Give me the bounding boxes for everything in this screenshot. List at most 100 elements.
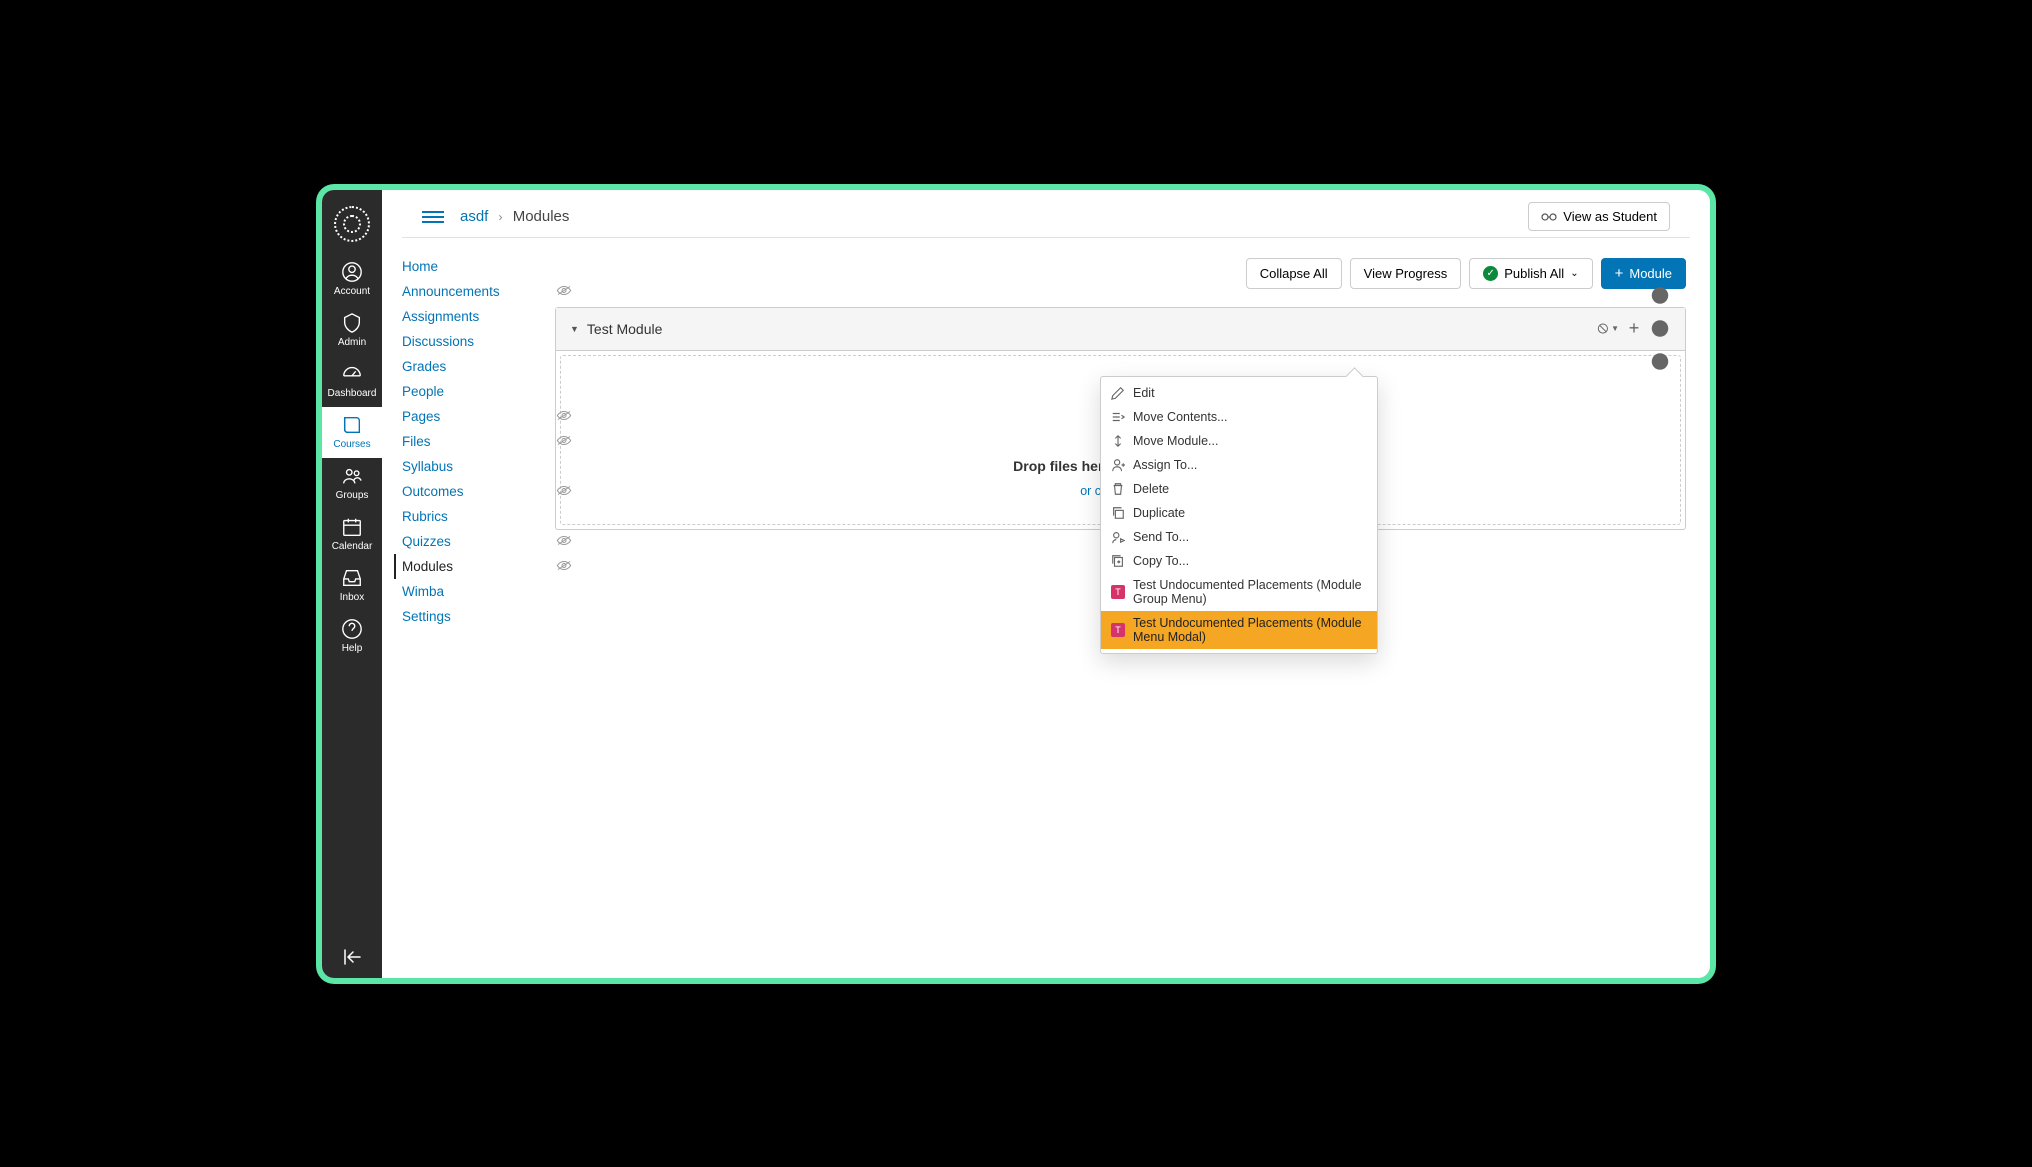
course-nav-link[interactable]: Quizzes <box>402 534 451 549</box>
context-menu-label: Edit <box>1133 386 1155 400</box>
context-menu-item[interactable]: T Test Undocumented Placements (Module Gr… <box>1101 573 1377 611</box>
context-menu-item[interactable]: Delete <box>1101 477 1377 501</box>
course-nav-item: People <box>402 379 537 404</box>
global-nav-help[interactable]: Help <box>322 611 382 662</box>
context-menu-label: Test Undocumented Placements (Module Gro… <box>1133 578 1367 606</box>
inbox-icon <box>340 566 364 590</box>
context-menu-label: Duplicate <box>1133 506 1185 520</box>
context-menu-label: Assign To... <box>1133 458 1197 472</box>
course-nav-item: Pages <box>402 404 537 429</box>
course-nav-item: Syllabus <box>402 454 537 479</box>
course-nav-item: Assignments <box>402 304 537 329</box>
global-nav-dashboard[interactable]: Dashboard <box>322 356 382 407</box>
unpublished-icon[interactable]: ▼ <box>1597 318 1619 340</box>
glasses-icon <box>1541 210 1557 222</box>
global-nav-groups[interactable]: Groups <box>322 458 382 509</box>
module-title: Test Module <box>587 321 1593 337</box>
global-nav-label: Groups <box>322 490 382 501</box>
context-menu-item[interactable]: Assign To... <box>1101 453 1377 477</box>
global-nav-label: Inbox <box>322 592 382 603</box>
view-as-student-button[interactable]: View as Student <box>1528 202 1670 231</box>
course-nav-link[interactable]: Files <box>402 434 431 449</box>
topbar: asdf › Modules View as Student <box>402 190 1690 238</box>
course-nav-item: Outcomes <box>402 479 537 504</box>
help-icon <box>340 617 364 641</box>
canvas-logo-icon[interactable] <box>334 206 370 242</box>
module-context-menu: Edit Move Contents... Move Module... Assign… <box>1100 376 1378 654</box>
global-nav-admin[interactable]: Admin <box>322 305 382 356</box>
global-nav-courses[interactable]: Courses <box>322 407 382 458</box>
course-nav-item: Announcements <box>402 279 537 304</box>
context-menu-item[interactable]: Move Module... <box>1101 429 1377 453</box>
collapse-nav-button[interactable] <box>322 939 382 978</box>
context-menu-item[interactable]: TTest Undocumented Placements (Module Me… <box>1101 611 1377 649</box>
content-area: asdf › Modules View as Student Home Annou… <box>382 190 1710 978</box>
course-nav-link[interactable]: Rubrics <box>402 509 448 524</box>
course-nav-item: Rubrics <box>402 504 537 529</box>
course-nav-link[interactable]: Modules <box>402 559 453 574</box>
module-actions: Collapse All View Progress ✓ Publish All… <box>555 258 1686 289</box>
course-nav-link[interactable]: Assignments <box>402 309 479 324</box>
pencil-icon <box>1111 386 1125 400</box>
context-menu-label: Move Contents... <box>1133 410 1228 424</box>
plus-icon: + <box>1615 266 1624 281</box>
course-nav-link[interactable]: Pages <box>402 409 440 424</box>
global-nav-calendar[interactable]: Calendar <box>322 509 382 560</box>
course-nav-link[interactable]: Home <box>402 259 438 274</box>
course-nav: Home Announcements Assignments Discussions G… <box>382 238 537 978</box>
move-icon <box>1111 434 1125 448</box>
course-nav-link[interactable]: Wimba <box>402 584 444 599</box>
course-nav-link[interactable]: Syllabus <box>402 459 453 474</box>
breadcrumb-course-link[interactable]: asdf <box>460 208 488 225</box>
dashboard-icon <box>340 362 364 386</box>
course-nav-link[interactable]: Grades <box>402 359 446 374</box>
groups-icon <box>340 464 364 488</box>
caret-down-icon: ▼ <box>570 324 579 334</box>
context-menu-label: Send To... <box>1133 530 1189 544</box>
course-nav-item: Home <box>402 254 537 279</box>
collapse-all-button[interactable]: Collapse All <box>1246 258 1342 289</box>
global-nav-label: Admin <box>322 337 382 348</box>
course-nav-link[interactable]: Settings <box>402 609 451 624</box>
copy-to-icon <box>1111 554 1125 568</box>
context-menu-label: Move Module... <box>1133 434 1218 448</box>
add-item-icon[interactable]: + <box>1623 318 1645 340</box>
global-nav-label: Calendar <box>322 541 382 552</box>
kebab-menu-icon[interactable] <box>1649 318 1671 340</box>
chevron-down-icon: ⌄ <box>1570 268 1578 279</box>
global-nav-label: Account <box>322 286 382 297</box>
context-menu-label: Delete <box>1133 482 1169 496</box>
course-nav-item: Settings <box>402 604 537 629</box>
global-nav-label: Courses <box>322 439 382 450</box>
breadcrumb-separator: › <box>499 210 503 224</box>
admin-icon <box>340 311 364 335</box>
course-nav-link[interactable]: Announcements <box>402 284 500 299</box>
move-contents-icon <box>1111 410 1125 424</box>
account-icon <box>340 260 364 284</box>
context-menu-item[interactable]: Copy To... <box>1101 549 1377 573</box>
course-nav-link[interactable]: People <box>402 384 444 399</box>
tool-badge-icon: T <box>1111 585 1125 599</box>
send-icon <box>1111 530 1125 544</box>
context-menu-item[interactable]: Duplicate <box>1101 501 1377 525</box>
copy-icon <box>1111 506 1125 520</box>
add-module-button[interactable]: + Module <box>1601 258 1686 289</box>
publish-all-button[interactable]: ✓ Publish All ⌄ <box>1469 258 1592 289</box>
course-nav-link[interactable]: Discussions <box>402 334 474 349</box>
global-nav-label: Dashboard <box>322 388 382 399</box>
course-nav-item: Files <box>402 429 537 454</box>
course-nav-link[interactable]: Outcomes <box>402 484 464 499</box>
assign-icon <box>1111 458 1125 472</box>
context-menu-item[interactable]: Edit <box>1101 381 1377 405</box>
module-header[interactable]: ▼ Test Module ▼ + <box>556 308 1685 351</box>
context-menu-label: Copy To... <box>1133 554 1189 568</box>
course-nav-item: Modules <box>394 554 537 579</box>
hamburger-icon[interactable] <box>422 208 444 224</box>
context-menu-label: Test Undocumented Placements (Module Men… <box>1133 616 1367 644</box>
view-progress-button[interactable]: View Progress <box>1350 258 1462 289</box>
global-nav-inbox[interactable]: Inbox <box>322 560 382 611</box>
context-menu-item[interactable]: Send To... <box>1101 525 1377 549</box>
global-nav-account[interactable]: Account <box>322 254 382 305</box>
breadcrumb-current: Modules <box>513 208 570 225</box>
context-menu-item[interactable]: Move Contents... <box>1101 405 1377 429</box>
